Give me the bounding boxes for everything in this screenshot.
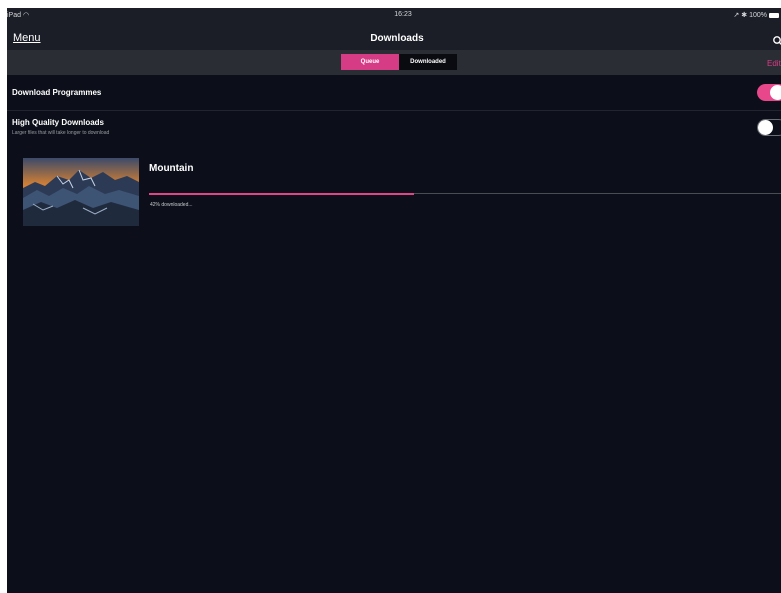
- programme-thumbnail[interactable]: [23, 158, 139, 226]
- tab-downloaded[interactable]: Downloaded: [399, 54, 457, 70]
- status-device: iPad ◠: [7, 11, 29, 19]
- tab-queue[interactable]: Queue: [341, 54, 399, 70]
- status-indicators: ↗ ✱ 100%: [733, 11, 779, 19]
- toggle-knob: [758, 120, 773, 135]
- device-name: iPad: [7, 12, 22, 19]
- status-time: 16:23: [394, 11, 412, 18]
- high-quality-toggle[interactable]: [757, 119, 781, 136]
- battery-icon: [769, 12, 779, 18]
- toggle-knob: [770, 85, 781, 100]
- segmented-control-bar: Queue Downloaded Edit: [7, 50, 781, 75]
- location-bluetooth-icons: ↗ ✱: [733, 12, 748, 19]
- download-progress-fill: [149, 192, 415, 195]
- battery-percent: 100%: [749, 11, 767, 19]
- high-quality-sublabel: Larger files that will take longer to do…: [12, 130, 110, 136]
- page-title: Downloads: [370, 33, 424, 44]
- menu-button[interactable]: Menu: [13, 32, 41, 44]
- wifi-icon: ◠: [22, 12, 30, 19]
- download-progress-text: 42% downloaded...: [150, 202, 193, 208]
- download-programmes-toggle[interactable]: [757, 84, 781, 101]
- high-quality-label: High Quality Downloads: [12, 118, 105, 127]
- download-progress-bar: [149, 192, 781, 195]
- high-quality-row: High Quality Downloads Larger files that…: [7, 111, 781, 147]
- download-programmes-row: Download Programmes: [7, 75, 781, 111]
- programme-title[interactable]: Mountain: [149, 163, 193, 174]
- download-programmes-label: Download Programmes: [12, 88, 102, 97]
- search-icon[interactable]: [773, 36, 781, 46]
- ipad-screen: iPad ◠ 16:23 ↗ ✱ 100% Menu Downloads Que…: [7, 8, 781, 593]
- edit-button[interactable]: Edit: [767, 59, 781, 68]
- status-bar: iPad ◠ 16:23 ↗ ✱ 100%: [7, 8, 781, 24]
